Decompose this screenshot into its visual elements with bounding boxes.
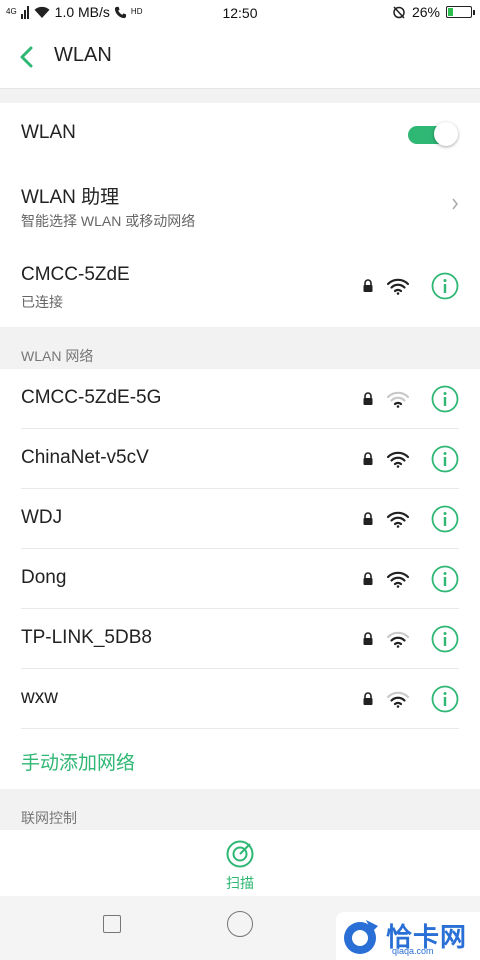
wlan-toggle-switch[interactable] (406, 120, 458, 148)
connected-network-row[interactable]: CMCC-5ZdE 已连接 (0, 245, 480, 327)
page-title: WLAN (54, 44, 112, 66)
network-row[interactable]: Dong (0, 549, 480, 609)
networks-section-header: WLAN 网络 (0, 327, 480, 369)
watermark-url: qiaqa.com (392, 946, 434, 956)
radar-scan-icon (226, 840, 254, 868)
network-ssid: ChinaNet-v5cV (21, 447, 149, 468)
control-section-label: 联网控制 (21, 810, 77, 826)
lock-icon (363, 279, 373, 292)
wlan-assistant-row[interactable]: WLAN 助理 智能选择 WLAN 或移动网络 (0, 165, 480, 245)
wifi-signal-icon (386, 451, 410, 468)
wlan-toggle-row[interactable]: WLAN (0, 103, 480, 165)
network-row[interactable]: WDJ (0, 489, 480, 549)
network-ssid: TP-LINK_5DB8 (21, 627, 152, 648)
control-section-header: 联网控制 (0, 789, 480, 830)
status-right: 26% (392, 4, 475, 20)
lock-icon (363, 632, 373, 645)
status-bar: 4G 1.0 MB/s HD 12:50 26% (0, 0, 480, 26)
battery-fill (448, 8, 453, 16)
network-row[interactable]: ChinaNet-v5cV (0, 429, 480, 489)
section-gap (0, 89, 480, 103)
watermark: 恰卡网 qiaqa.com (336, 912, 480, 960)
battery-percent: 26% (411, 4, 440, 20)
battery-icon (446, 6, 475, 18)
alarm-off-icon (393, 6, 405, 19)
assistant-title: WLAN 助理 (21, 187, 120, 208)
network-row[interactable]: CMCC-5ZdE-5G (0, 369, 480, 429)
network-ssid: WDJ (21, 507, 63, 528)
wlan-toggle-label: WLAN (21, 122, 76, 143)
wifi-signal-icon (386, 278, 410, 295)
network-ssid: Dong (21, 567, 67, 588)
chevron-right-icon (452, 198, 458, 210)
networks-section-label: WLAN 网络 (21, 348, 94, 364)
info-icon[interactable] (431, 505, 459, 533)
lock-icon (363, 692, 373, 705)
info-icon[interactable] (431, 272, 459, 300)
lock-icon (363, 452, 373, 465)
wifi-signal-icon (386, 571, 410, 588)
network-row[interactable]: wxw (0, 669, 480, 729)
add-network-link[interactable]: 手动添加网络 (21, 748, 135, 775)
add-network-row[interactable]: 手动添加网络 (0, 729, 480, 789)
wifi-signal-icon (386, 511, 410, 528)
lock-icon (363, 512, 373, 525)
scan-label: 扫描 (226, 875, 254, 891)
network-ssid: CMCC-5ZdE-5G (21, 387, 162, 408)
info-icon[interactable] (431, 565, 459, 593)
app-header: WLAN (0, 26, 480, 89)
recent-apps-button[interactable] (103, 915, 121, 933)
info-icon[interactable] (431, 385, 459, 413)
connected-status: 已连接 (21, 294, 63, 310)
lock-icon (363, 392, 373, 405)
lock-icon (363, 572, 373, 585)
watermark-logo-icon (344, 920, 378, 954)
network-row[interactable]: TP-LINK_5DB8 (0, 609, 480, 669)
home-button[interactable] (227, 911, 253, 937)
wifi-signal-icon (386, 631, 410, 648)
toggle-knob (434, 122, 458, 146)
wifi-signal-icon (386, 691, 410, 708)
info-icon[interactable] (431, 445, 459, 473)
connected-ssid: CMCC-5ZdE (21, 264, 130, 285)
wifi-signal-icon (386, 391, 410, 408)
scan-button[interactable]: 扫描 (0, 830, 480, 896)
assistant-subtitle: 智能选择 WLAN 或移动网络 (21, 213, 196, 229)
back-arrow-icon[interactable] (16, 44, 40, 70)
info-icon[interactable] (431, 685, 459, 713)
network-ssid: wxw (21, 687, 58, 708)
info-icon[interactable] (431, 625, 459, 653)
